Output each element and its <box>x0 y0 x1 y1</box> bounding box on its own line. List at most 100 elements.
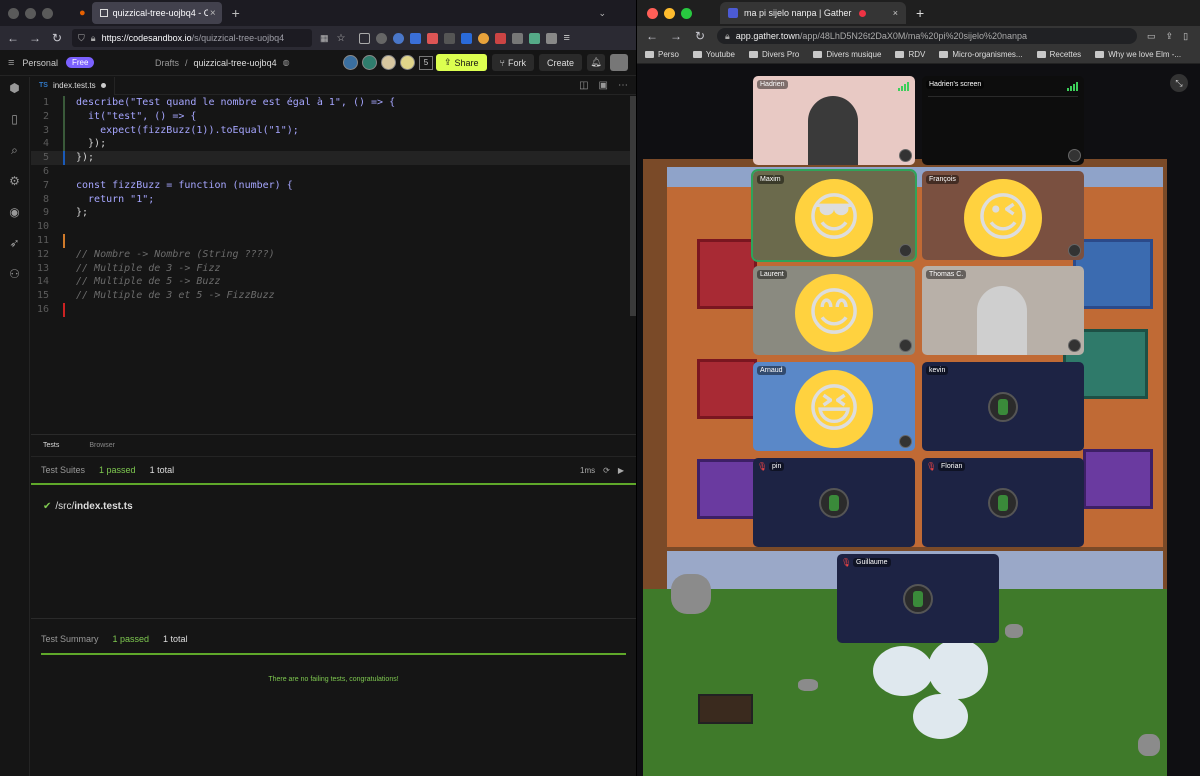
editor-scrollbar[interactable] <box>630 96 636 316</box>
lock-icon[interactable]: 🔒︎ <box>725 31 730 42</box>
fork-button[interactable]: ⑂ Fork <box>491 54 534 71</box>
code-line[interactable]: 9}; <box>31 206 636 220</box>
participant-tile[interactable]: Hadrien <box>753 76 915 165</box>
sidebar-icon[interactable]: ▯ <box>1183 31 1188 42</box>
tab-close-button[interactable]: × <box>893 8 898 18</box>
zoom-window-button[interactable] <box>42 7 53 19</box>
bookmark-star-icon[interactable]: ☆ <box>337 33 346 44</box>
menu-icon[interactable]: ≡ <box>563 32 569 44</box>
user-avatar[interactable] <box>610 54 628 71</box>
rerun-icon[interactable]: ⟳ <box>603 466 610 475</box>
code-line[interactable]: 6 <box>31 165 636 179</box>
lock-icon[interactable]: 🔒︎ <box>91 33 96 44</box>
reload-button[interactable]: ↻ <box>693 29 707 43</box>
sandbox-info-icon[interactable]: ⬢ <box>8 81 22 95</box>
minimize-window-button[interactable] <box>664 7 675 19</box>
participant-tile[interactable]: 🎙︎ Florian <box>922 458 1084 547</box>
code-line[interactable]: 13 // Multiple de 3 -> Fizz <box>31 262 636 276</box>
bookmark-item[interactable]: RDV <box>895 50 925 59</box>
code-line[interactable]: 1 describe("Test quand le nombre est égal… <box>31 96 636 110</box>
notifications-bell-icon[interactable]: 🔔︎ <box>587 54 605 71</box>
github-icon[interactable]: ◉ <box>8 205 22 219</box>
code-line[interactable]: 12 // Nombre -> Nombre (String ????) <box>31 248 636 262</box>
participant-tile[interactable]: Hadrien's screen <box>922 76 1084 165</box>
code-line[interactable]: 16 <box>31 302 636 317</box>
explorer-files-icon[interactable]: ▯ <box>8 112 22 126</box>
code-line[interactable]: 7 const fizzBuzz = function (number) { <box>31 179 636 193</box>
forward-button[interactable]: → <box>669 29 683 43</box>
omnibox[interactable]: 🔒︎ app.gather.town/app/48LhD5N26t2DaX0M/… <box>717 28 1137 44</box>
participant-tile[interactable]: 😎 Maxim <box>751 169 917 262</box>
back-button[interactable]: ← <box>6 31 20 45</box>
more-actions-icon[interactable]: ⋯ <box>618 80 628 91</box>
extension-3-icon[interactable] <box>427 32 439 44</box>
code-editor[interactable]: 1 describe("Test quand le nombre est égal… <box>31 96 636 434</box>
extension-8-icon[interactable] <box>512 32 524 44</box>
avatar[interactable] <box>400 55 415 70</box>
bookmark-item[interactable]: Divers Pro <box>748 50 799 59</box>
shield-icon[interactable]: ⛉ <box>78 33 85 44</box>
extension-4-icon[interactable] <box>444 32 456 44</box>
download-icon[interactable] <box>376 32 388 44</box>
avatar[interactable] <box>343 55 358 70</box>
firefox-view-icon[interactable]: ● <box>79 7 86 19</box>
reload-button[interactable]: ↻ <box>50 31 64 45</box>
extension-6-icon[interactable] <box>478 32 490 44</box>
zoom-window-button[interactable] <box>681 7 692 19</box>
sandbox-name[interactable]: quizzical-tree-uojbq4 <box>194 58 277 68</box>
participant-tile[interactable]: kevin <box>922 362 1084 451</box>
back-button[interactable]: ← <box>645 29 659 43</box>
close-window-button[interactable] <box>8 7 19 19</box>
tab-close-button[interactable]: × <box>210 8 216 19</box>
extension-5-icon[interactable] <box>461 32 473 44</box>
avatar[interactable] <box>362 55 377 70</box>
participant-tile[interactable]: 🎙︎ pin <box>753 458 915 547</box>
avatar[interactable] <box>381 55 396 70</box>
participant-tile[interactable]: Thomas C. <box>922 266 1084 355</box>
editor-tab-index-test[interactable]: TS index.test.ts <box>31 76 115 95</box>
tab-list-chevron-icon[interactable]: ⌄ <box>598 8 606 19</box>
live-users-icon[interactable]: ⚇ <box>8 267 22 281</box>
bookmark-item[interactable]: Perso <box>645 50 679 59</box>
unsaved-dot-icon[interactable] <box>100 83 106 88</box>
pocket-icon[interactable] <box>359 32 371 44</box>
create-button[interactable]: Create <box>538 54 582 71</box>
url-bar[interactable]: ⛉ 🔒︎ https://codesandbox.io/s/quizzical-… <box>72 29 312 47</box>
close-window-button[interactable] <box>647 7 658 19</box>
participant-tile[interactable]: 😉 François <box>922 171 1084 260</box>
tab-browser[interactable]: Browser <box>89 442 115 449</box>
code-line[interactable]: 5}); <box>31 151 636 165</box>
collapse-video-icon[interactable]: ⤡ <box>1170 74 1188 92</box>
participant-tile[interactable]: 🎙︎ Guillaume <box>837 554 999 643</box>
code-line[interactable]: 4 }); <box>31 137 636 152</box>
workspace-name[interactable]: Personal <box>22 58 58 68</box>
code-line[interactable]: 11 <box>31 233 636 248</box>
test-file-result[interactable]: ✔/src/index.test.ts <box>43 501 636 512</box>
new-tab-button[interactable]: + <box>916 5 924 21</box>
share-icon[interactable]: ⇪ <box>1166 31 1174 42</box>
bookmark-item[interactable]: Why we love Elm -... <box>1095 50 1181 59</box>
bookmark-item[interactable]: Micro-organismes... <box>939 50 1023 59</box>
extension-10-icon[interactable] <box>546 32 558 44</box>
search-icon[interactable]: ⌕ <box>8 143 22 157</box>
code-line[interactable]: 10 <box>31 220 636 234</box>
extension-1-icon[interactable] <box>393 32 405 44</box>
bookmark-item[interactable]: Divers musique <box>813 50 881 59</box>
run-play-icon[interactable]: ▶ <box>618 466 624 475</box>
code-line[interactable]: 2 it("test", () => { <box>31 109 636 124</box>
browser-tab-codesandbox[interactable]: quizzical-tree-uojbq4 - CodeSa × <box>91 2 222 24</box>
new-tab-button[interactable]: + <box>232 5 240 21</box>
code-line[interactable]: 15 // Multiple de 3 et 5 -> FizzBuzz <box>31 289 636 303</box>
extension-2-icon[interactable] <box>410 32 422 44</box>
bookmark-item[interactable]: Youtube <box>692 50 735 59</box>
breadcrumb-drafts[interactable]: Drafts <box>155 58 179 68</box>
layout-icon[interactable]: ▣ <box>599 80 608 91</box>
extension-7-icon[interactable] <box>495 32 507 44</box>
split-editor-icon[interactable]: ◫ <box>579 80 588 91</box>
minimize-window-button[interactable] <box>25 7 36 19</box>
qr-code-icon[interactable]: ▦ <box>320 33 329 44</box>
forward-button[interactable]: → <box>28 31 42 45</box>
menu-icon[interactable]: ≡ <box>8 57 14 69</box>
deploy-rocket-icon[interactable]: ➶ <box>8 236 22 250</box>
gather-space[interactable]: Hadrien Hadrien's screen 😎 Maxim 😉 François 😊 L… <box>637 64 1200 776</box>
